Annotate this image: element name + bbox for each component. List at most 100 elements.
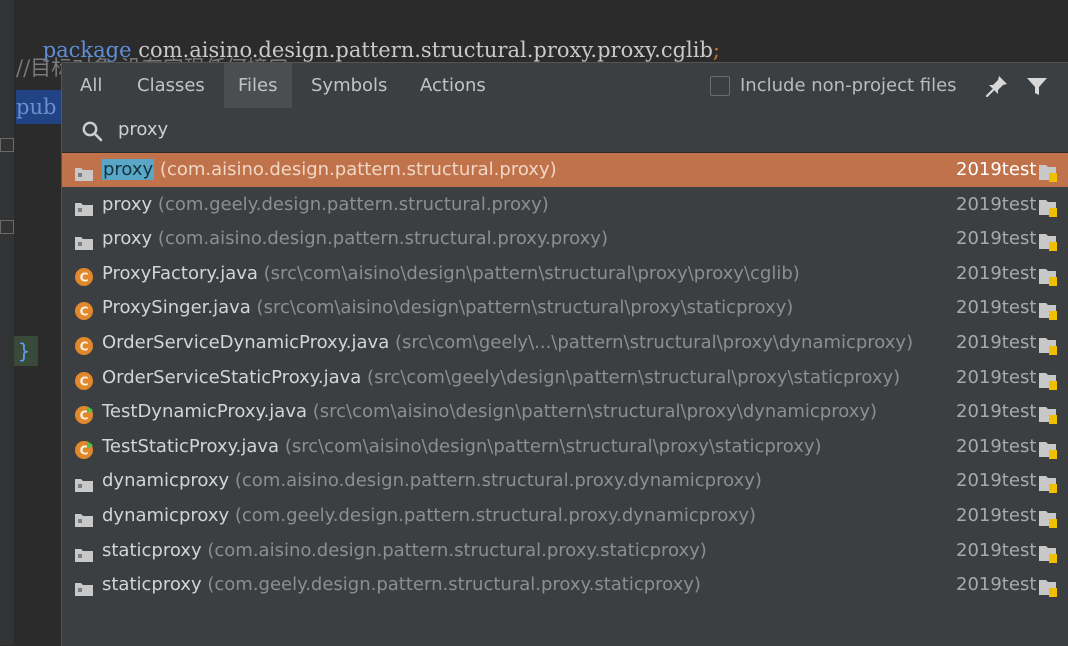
result-module: 2019test <box>956 435 1037 457</box>
result-path: (com.aisino.design.pattern.structural.pr… <box>154 159 557 180</box>
module-folder-icon <box>1038 230 1058 252</box>
result-row[interactable]: proxy (com.aisino.design.pattern.structu… <box>62 153 1068 187</box>
result-path: (com.geely.design.pattern.structural.pro… <box>201 574 701 596</box>
svg-text:C: C <box>80 305 89 319</box>
result-module: 2019test <box>956 574 1037 596</box>
result-name: OrderServiceDynamicProxy.java (src\com\g… <box>102 326 913 360</box>
class-icon: C <box>74 334 94 355</box>
module-folder-icon <box>1038 403 1058 425</box>
code-line-public: pub <box>16 90 62 124</box>
result-name-text: OrderServiceDynamicProxy.java <box>102 332 390 353</box>
svg-text:C: C <box>80 374 89 388</box>
tab-files[interactable]: Files <box>224 63 292 108</box>
result-module: 2019test <box>956 262 1037 284</box>
result-name: staticproxy (com.aisino.design.pattern.s… <box>102 534 707 568</box>
result-path: (src\com\aisino\design\pattern\structura… <box>279 435 822 457</box>
result-name-text: TestDynamicProxy.java <box>102 401 308 423</box>
module-folder-icon <box>1038 299 1058 321</box>
module-folder-icon <box>1038 472 1058 494</box>
search-everywhere-popup: All Classes Files Symbols Actions Includ… <box>61 62 1068 646</box>
result-name-text: ProxyFactory.java <box>102 262 258 284</box>
result-name-text: staticproxy <box>102 539 202 561</box>
fold-marker-icon[interactable] <box>0 138 14 152</box>
result-path: (com.geely.design.pattern.structural.pro… <box>229 505 757 526</box>
result-name: dynamicproxy (com.aisino.design.pattern.… <box>102 464 762 498</box>
result-row[interactable]: staticproxy (com.aisino.design.pattern.s… <box>62 534 1068 568</box>
tab-all[interactable]: All <box>66 63 116 108</box>
result-row[interactable]: proxy (com.aisino.design.pattern.structu… <box>62 222 1068 256</box>
include-non-project-toggle[interactable]: Include non-project files <box>710 63 957 108</box>
module-folder-icon <box>1038 196 1058 217</box>
module-folder-icon <box>1038 161 1058 182</box>
result-row[interactable]: C TestStaticProxy.java (src\com\aisino\de… <box>62 430 1068 464</box>
editor-gutter <box>0 0 14 645</box>
folder-icon <box>74 542 94 562</box>
result-name-text: dynamicproxy <box>102 470 230 492</box>
module-folder-icon <box>1038 265 1058 286</box>
result-name-text: proxy <box>102 193 153 215</box>
result-row[interactable]: staticproxy (com.geely.design.pattern.st… <box>62 568 1068 602</box>
include-non-project-label: Include non-project files <box>740 75 957 96</box>
result-name: dynamicproxy (com.geely.design.pattern.s… <box>102 499 756 533</box>
result-path: (src\com\aisino\design\pattern\structura… <box>250 297 794 319</box>
result-path: (com.geely.design.pattern.structural.pro… <box>152 193 549 215</box>
runnable-class-icon: C <box>74 403 94 425</box>
result-name: TestStaticProxy.java (src\com\aisino\des… <box>102 430 822 464</box>
fold-marker-icon[interactable] <box>0 220 14 234</box>
result-row[interactable]: C ProxySinger.java (src\com\aisino\design… <box>62 291 1068 325</box>
result-name: ProxySinger.java (src\com\aisino\design\… <box>102 291 793 325</box>
result-name: ProxyFactory.java (src\com\aisino\design… <box>102 257 800 291</box>
result-path: (src\com\aisino\design\pattern\structura… <box>257 262 800 284</box>
result-row[interactable]: dynamicproxy (com.geely.design.pattern.s… <box>62 499 1068 533</box>
result-name-text: OrderServiceStaticProxy.java <box>102 366 362 388</box>
module-folder-icon <box>1038 369 1058 390</box>
class-icon: C <box>74 265 94 286</box>
include-non-project-checkbox[interactable] <box>710 75 730 96</box>
tab-symbols[interactable]: Symbols <box>297 63 401 108</box>
search-icon <box>82 121 103 142</box>
result-module: 2019test <box>956 539 1037 561</box>
result-row[interactable]: C OrderServiceDynamicProxy.java (src\com\… <box>62 326 1068 360</box>
result-path: (src\com\geely\...\pattern\structural\pr… <box>389 332 914 353</box>
module-folder-icon <box>1038 438 1058 459</box>
result-name-text: ProxySinger.java <box>102 297 251 319</box>
result-path: (com.aisino.design.pattern.structural.pr… <box>229 470 762 492</box>
result-name-text: staticproxy <box>102 574 202 596</box>
folder-icon <box>74 196 94 216</box>
search-input[interactable]: proxy <box>118 108 168 152</box>
result-name: OrderServiceStaticProxy.java (src\com\ge… <box>102 361 900 395</box>
result-module: 2019test <box>956 159 1037 180</box>
tab-actions[interactable]: Actions <box>406 63 500 108</box>
semicolon: ; <box>712 38 720 62</box>
tab-classes[interactable]: Classes <box>123 63 219 108</box>
pin-icon[interactable] <box>984 73 1010 99</box>
result-name-text: dynamicproxy <box>102 505 230 526</box>
result-row[interactable]: C OrderServiceStaticProxy.java (src\com\g… <box>62 361 1068 395</box>
result-row[interactable]: C ProxyFactory.java (src\com\aisino\desig… <box>62 257 1068 291</box>
module-folder-icon <box>1038 576 1058 598</box>
result-module: 2019test <box>956 332 1037 353</box>
module-folder-icon <box>1038 334 1058 355</box>
closing-brace: } <box>14 336 38 366</box>
result-path: (com.aisino.design.pattern.structural.pr… <box>201 539 707 561</box>
result-module: 2019test <box>956 366 1037 388</box>
result-name-text: TestStaticProxy.java <box>102 435 280 457</box>
result-name: proxy (com.aisino.design.pattern.structu… <box>102 222 608 256</box>
match-highlight: proxy <box>102 159 155 180</box>
module-folder-icon <box>1038 507 1058 528</box>
result-module: 2019test <box>956 228 1037 250</box>
result-name: staticproxy (com.geely.design.pattern.st… <box>102 568 701 602</box>
folder-icon <box>74 230 94 251</box>
svg-text:C: C <box>80 340 89 354</box>
result-name: TestDynamicProxy.java (src\com\aisino\de… <box>102 395 877 429</box>
module-folder-icon <box>1038 542 1058 563</box>
filter-icon[interactable] <box>1024 73 1050 99</box>
result-module: 2019test <box>956 505 1037 526</box>
result-row[interactable]: proxy (com.geely.design.pattern.structur… <box>62 188 1068 222</box>
result-row[interactable]: dynamicproxy (com.aisino.design.pattern.… <box>62 464 1068 498</box>
result-path: (src\com\geely\design\pattern\structural… <box>361 366 901 388</box>
result-name: proxy (com.aisino.design.pattern.structu… <box>102 153 557 187</box>
result-row[interactable]: C TestDynamicProxy.java (src\com\aisino\d… <box>62 395 1068 429</box>
folder-icon <box>74 161 94 181</box>
search-bar[interactable]: proxy <box>62 108 1068 152</box>
